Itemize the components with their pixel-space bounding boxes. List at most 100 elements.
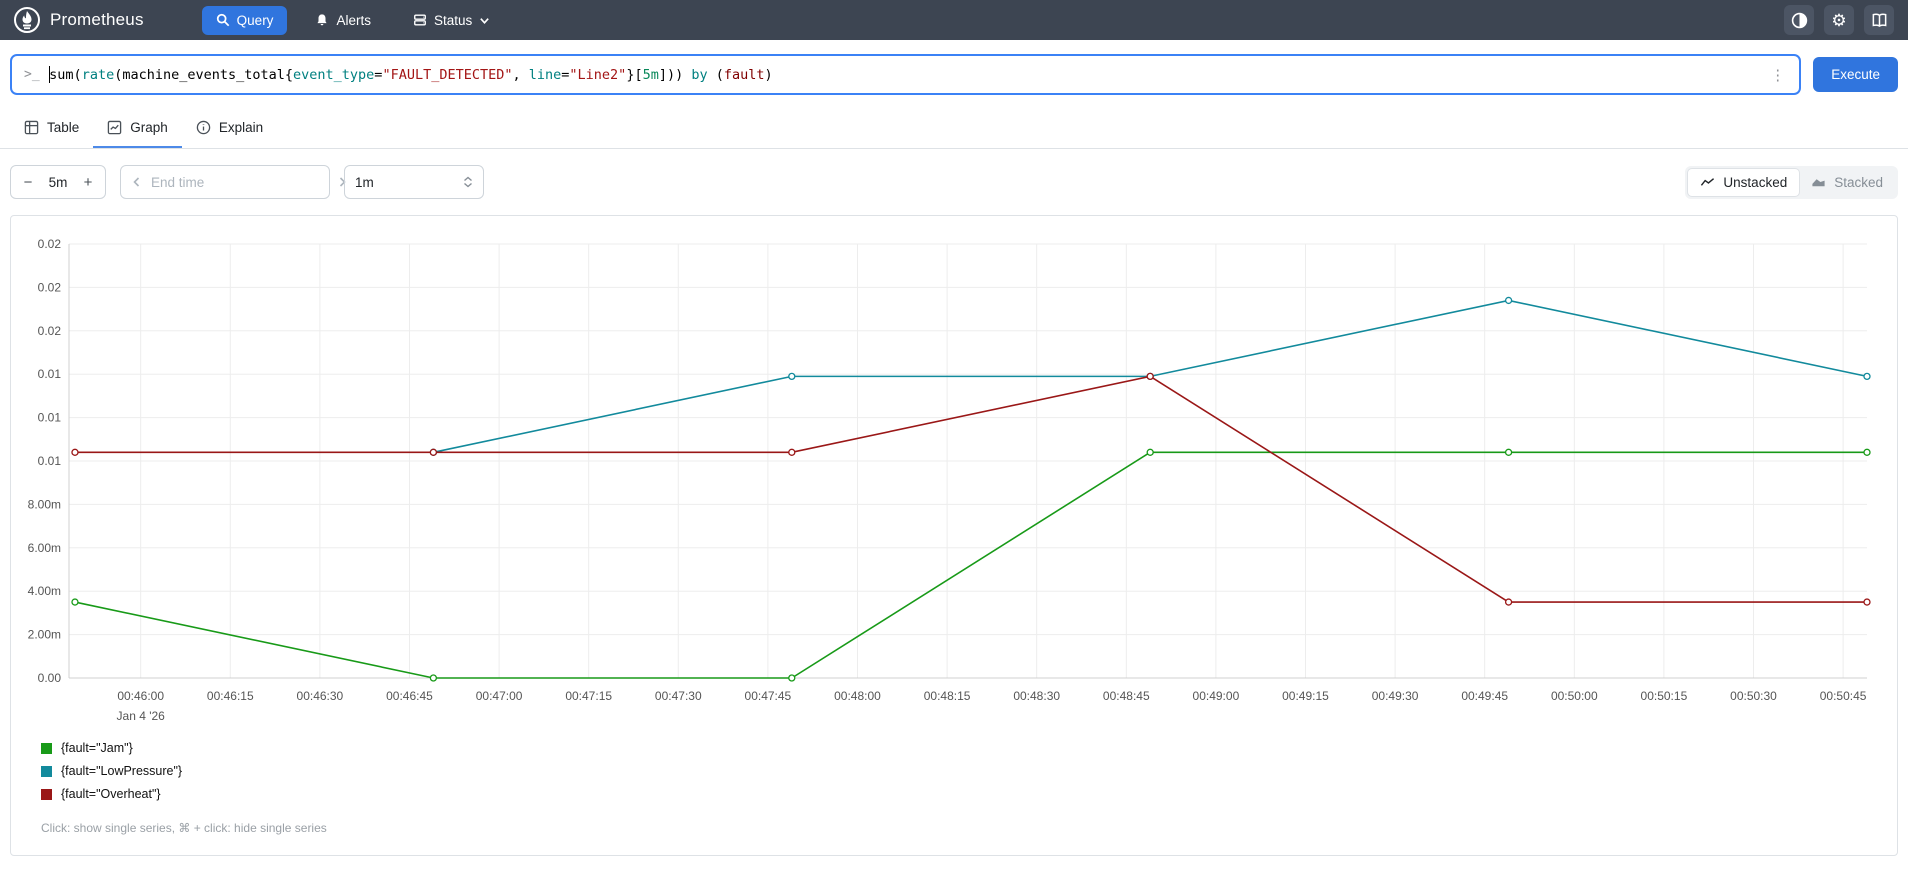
stacked-label: Stacked bbox=[1834, 174, 1883, 190]
data-point-marker[interactable] bbox=[1504, 448, 1513, 456]
docs-book-icon bbox=[1871, 12, 1888, 29]
nav-item-label: Alerts bbox=[336, 12, 371, 28]
data-point-marker[interactable] bbox=[1504, 598, 1513, 606]
brand: Prometheus bbox=[14, 7, 144, 33]
tab-graph[interactable]: Graph bbox=[93, 109, 182, 148]
app-title: Prometheus bbox=[50, 10, 144, 29]
y-axis-tick-label: 0.01 bbox=[38, 411, 62, 425]
data-point-marker[interactable] bbox=[788, 372, 796, 381]
x-axis-tick-label: 00:50:00 bbox=[1551, 689, 1598, 703]
nav-item-alerts[interactable]: Alerts bbox=[301, 6, 385, 35]
theme-toggle-button[interactable] bbox=[1784, 5, 1814, 35]
x-axis-tick-label: 00:50:15 bbox=[1641, 689, 1688, 703]
y-axis-tick-label: 8.00m bbox=[28, 497, 61, 511]
data-point-marker[interactable] bbox=[1146, 372, 1154, 381]
legend-item-overheat[interactable]: {fault="Overheat"} bbox=[41, 787, 1897, 801]
end-time-picker bbox=[120, 165, 346, 199]
x-axis-tick-label: 00:50:30 bbox=[1730, 689, 1777, 703]
line-chart-icon bbox=[1700, 176, 1715, 188]
graph-controls: − + Unstacked bbox=[0, 149, 1908, 215]
data-point-marker[interactable] bbox=[71, 448, 79, 456]
data-point-marker[interactable] bbox=[1863, 372, 1871, 381]
tab-table[interactable]: Table bbox=[10, 109, 93, 148]
query-options-kebab-icon[interactable]: ⋮ bbox=[1768, 66, 1787, 84]
y-axis-tick-label: 0.00 bbox=[38, 671, 62, 685]
range-increase-button[interactable]: + bbox=[75, 174, 101, 191]
bell-icon bbox=[315, 13, 329, 27]
legend-swatch bbox=[41, 765, 52, 777]
execute-button[interactable]: Execute bbox=[1813, 57, 1898, 92]
data-point-marker[interactable] bbox=[788, 448, 796, 456]
y-axis-tick-label: 0.02 bbox=[38, 324, 62, 338]
nav-item-query[interactable]: Query bbox=[201, 5, 288, 35]
x-axis-tick-label: 00:50:45 bbox=[1820, 689, 1867, 703]
data-point-marker[interactable] bbox=[1863, 598, 1871, 606]
legend-label: {fault="LowPressure"} bbox=[61, 764, 183, 778]
tab-label: Table bbox=[47, 120, 80, 135]
resolution-input[interactable] bbox=[355, 174, 435, 190]
area-chart-icon bbox=[1811, 176, 1826, 188]
data-point-marker[interactable] bbox=[1504, 296, 1513, 305]
unstacked-label: Unstacked bbox=[1723, 174, 1788, 190]
legend-label: {fault="Overheat"} bbox=[61, 787, 161, 801]
data-point-marker[interactable] bbox=[71, 598, 79, 606]
x-axis-tick-label: 00:46:30 bbox=[297, 689, 344, 703]
y-axis-tick-label: 0.01 bbox=[38, 367, 62, 381]
y-axis-tick-label: 0.02 bbox=[38, 237, 62, 251]
graph-panel: 0.00 2.00m 4.00m 6.00m 8.00m 0.01 0.01 0.01 0.02… bbox=[10, 215, 1898, 856]
y-axis-tick-label: 2.00m bbox=[28, 628, 61, 642]
x-axis-tick-label: 00:47:00 bbox=[476, 689, 523, 703]
table-icon bbox=[24, 120, 39, 135]
x-axis-tick-label: 00:49:00 bbox=[1193, 689, 1240, 703]
legend-item-lowpressure[interactable]: {fault="LowPressure"} bbox=[41, 764, 1897, 778]
tab-explain[interactable]: Explain bbox=[182, 109, 277, 148]
x-axis-tick-label: 00:49:15 bbox=[1282, 689, 1329, 703]
x-axis-tick-label: 00:47:15 bbox=[565, 689, 612, 703]
promql-expression[interactable]: sum(rate(machine_events_total{event_type… bbox=[48, 66, 1760, 83]
settings-button[interactable]: ⚙ bbox=[1824, 5, 1854, 35]
series-line bbox=[74, 375, 1867, 603]
y-axis-tick-label: 0.02 bbox=[38, 280, 62, 294]
data-point-marker[interactable] bbox=[429, 674, 438, 682]
legend-label: {fault="Jam"} bbox=[61, 741, 133, 755]
nav-item-status[interactable]: Status bbox=[399, 6, 504, 35]
stacked-button[interactable]: Stacked bbox=[1799, 169, 1895, 196]
graph-canvas[interactable]: 0.00 2.00m 4.00m 6.00m 8.00m 0.01 0.01 0.01 0.02… bbox=[11, 230, 1895, 730]
range-input[interactable] bbox=[41, 174, 75, 190]
legend-swatch bbox=[41, 742, 52, 754]
query-expression-input[interactable]: >_ sum(rate(machine_events_total{event_t… bbox=[10, 54, 1802, 95]
unstacked-button[interactable]: Unstacked bbox=[1688, 168, 1800, 196]
query-row: >_ sum(rate(machine_events_total{event_t… bbox=[0, 40, 1908, 105]
range-selector: − + bbox=[10, 165, 106, 199]
y-axis-tick-label: 6.00m bbox=[28, 541, 61, 555]
chevron-left-icon[interactable] bbox=[131, 176, 143, 188]
series-legend: {fault="Jam"} {fault="LowPressure"} {fau… bbox=[11, 735, 1897, 801]
tab-label: Graph bbox=[130, 120, 168, 135]
chevron-down-icon bbox=[479, 15, 490, 26]
terminal-prompt-icon: >_ bbox=[24, 67, 40, 82]
y-axis-tick-label: 0.01 bbox=[38, 454, 62, 468]
range-decrease-button[interactable]: − bbox=[15, 174, 41, 191]
series-line bbox=[74, 451, 1867, 679]
nav-item-label: Query bbox=[236, 12, 274, 28]
legend-help-text: Click: show single series, ⌘ + click: hi… bbox=[41, 821, 327, 835]
data-point-marker[interactable] bbox=[788, 674, 796, 682]
data-point-marker[interactable] bbox=[1146, 448, 1154, 456]
search-icon bbox=[216, 13, 230, 27]
theme-toggle-icon bbox=[1791, 12, 1808, 29]
x-axis-tick-label: 00:46:15 bbox=[207, 689, 254, 703]
settings-gear-icon: ⚙ bbox=[1831, 10, 1847, 30]
x-axis-tick-label: 00:46:00 bbox=[117, 689, 164, 703]
data-point-marker[interactable] bbox=[1863, 448, 1871, 456]
prometheus-logo-icon bbox=[14, 7, 40, 33]
nav-item-label: Status bbox=[433, 12, 473, 28]
stepper-chevrons-icon[interactable] bbox=[463, 176, 473, 188]
docs-button[interactable] bbox=[1864, 5, 1894, 35]
resolution-select[interactable] bbox=[344, 165, 484, 199]
x-axis-tick-label: 00:48:45 bbox=[1103, 689, 1150, 703]
legend-item-jam[interactable]: {fault="Jam"} bbox=[41, 741, 1897, 755]
data-point-marker[interactable] bbox=[429, 448, 438, 456]
x-axis-tick-label: 00:49:45 bbox=[1461, 689, 1508, 703]
info-icon bbox=[196, 120, 211, 135]
end-time-input[interactable] bbox=[151, 174, 328, 190]
